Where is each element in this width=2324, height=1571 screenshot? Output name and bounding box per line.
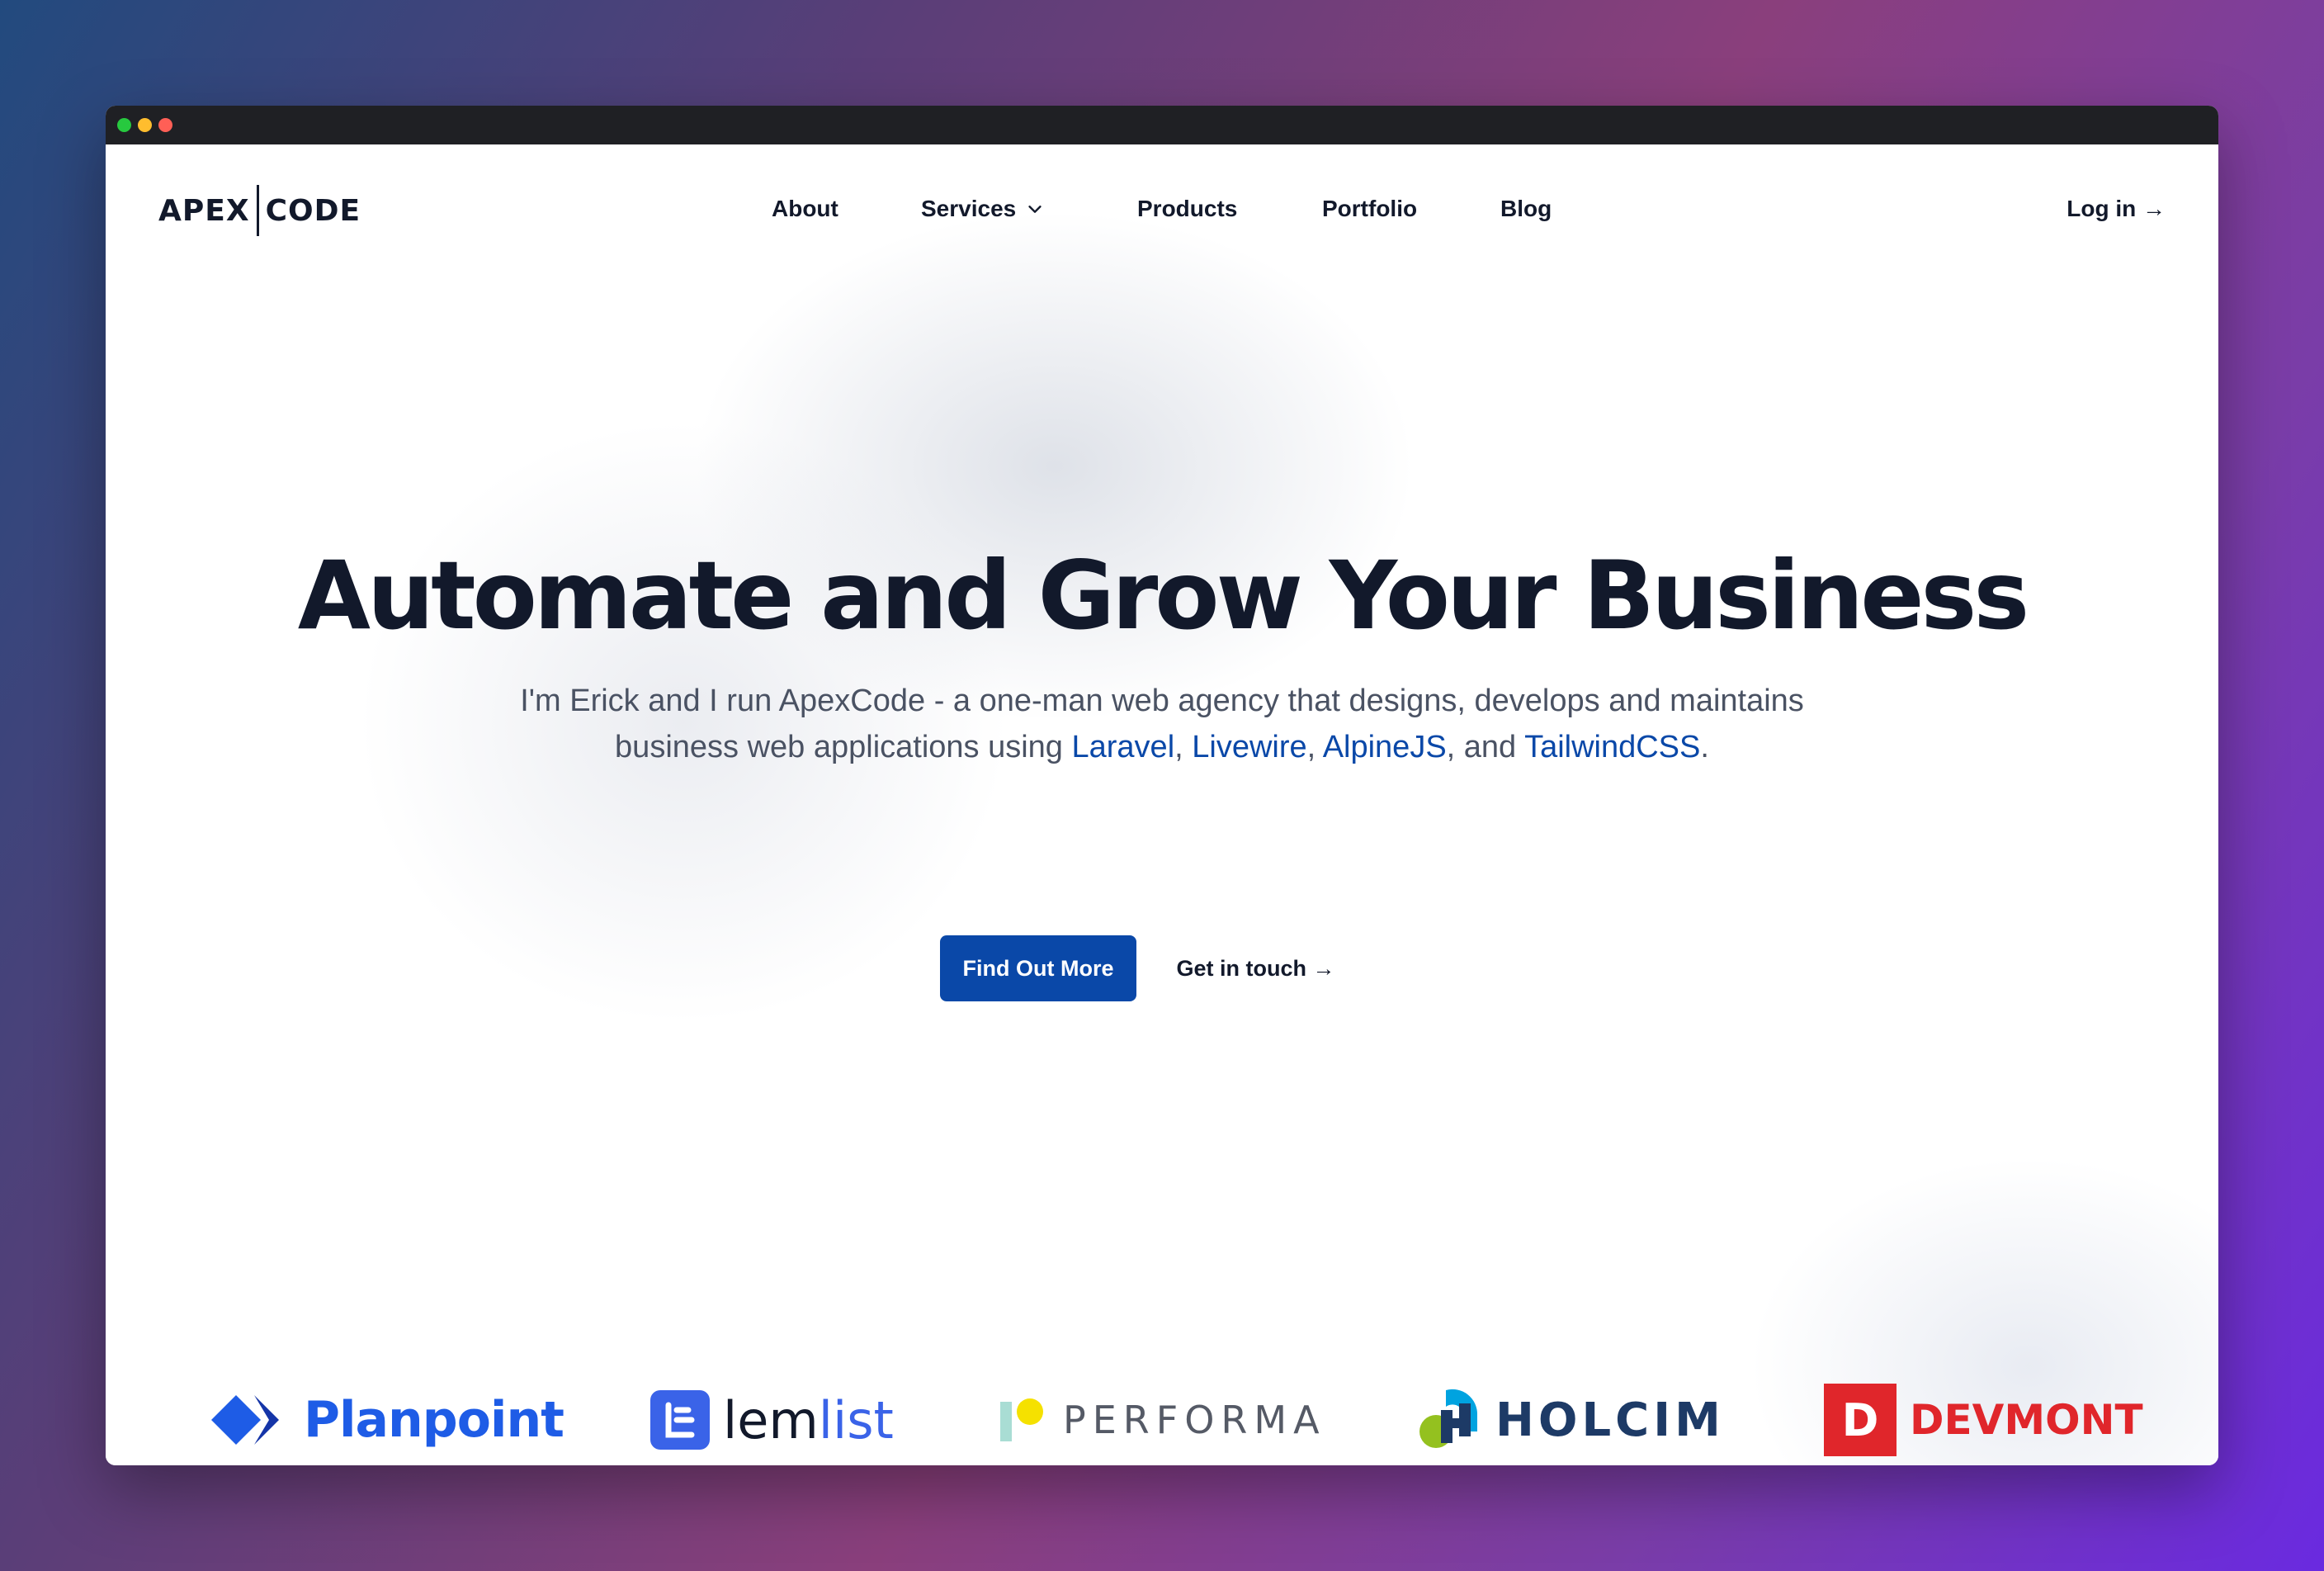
nav-about[interactable]: About xyxy=(772,196,838,222)
page: APEX CODE About Services Products Portfo… xyxy=(106,144,2218,1465)
lemlist-name-part2: list xyxy=(818,1389,894,1450)
hero-subtitle: I'm Erick and I run ApexCode - a one-man… xyxy=(502,678,1822,770)
hero-cta-row: Find Out More Get in touch → xyxy=(106,935,2218,1001)
traffic-light-green[interactable] xyxy=(117,118,131,132)
lemlist-logo-icon xyxy=(650,1390,710,1450)
apexcode-logo[interactable]: APEX CODE xyxy=(158,184,361,237)
client-planpoint-name: Planpoint xyxy=(304,1391,564,1449)
client-devmont-name: DEVMONT xyxy=(1910,1396,2143,1444)
find-out-more-button[interactable]: Find Out More xyxy=(939,935,1137,1001)
client-lemlist-name: lemlist xyxy=(723,1390,894,1450)
link-alpinejs[interactable]: AlpineJS xyxy=(1323,730,1447,764)
window-titlebar xyxy=(106,106,2218,144)
nav-portfolio[interactable]: Portfolio xyxy=(1322,196,1417,222)
client-logos: Planpoint lemlist PERFORMA HOLCIM D DEVM… xyxy=(106,1383,2218,1465)
logo-right-text: CODE xyxy=(265,193,361,228)
nav-products[interactable]: Products xyxy=(1137,196,1237,222)
client-performa-name: PERFORMA xyxy=(1063,1398,1326,1442)
hero-title: Automate and Grow Your Business xyxy=(297,541,2030,651)
client-holcim: HOLCIM xyxy=(1416,1383,1725,1457)
client-planpoint: Planpoint xyxy=(211,1383,564,1457)
logo-divider xyxy=(256,185,259,236)
nav-blog[interactable]: Blog xyxy=(1500,196,1552,222)
holcim-logo-icon xyxy=(1419,1389,1478,1448)
link-laravel[interactable]: Laravel xyxy=(1072,730,1175,764)
top-nav: APEX CODE About Services Products Portfo… xyxy=(106,144,2218,277)
client-holcim-name: HOLCIM xyxy=(1495,1393,1725,1447)
client-performa: PERFORMA xyxy=(997,1383,1326,1457)
login-link[interactable]: Log in → xyxy=(2067,196,2166,222)
subtitle-separator: , and xyxy=(1446,730,1525,764)
subtitle-separator: , xyxy=(1174,730,1193,764)
get-in-touch-link[interactable]: Get in touch → xyxy=(1176,956,1334,982)
traffic-light-red[interactable] xyxy=(158,118,172,132)
logo-left-text: APEX xyxy=(158,193,250,228)
devmont-logo-icon: D xyxy=(1824,1384,1897,1456)
performa-logo-icon xyxy=(1000,1398,1043,1441)
traffic-light-yellow[interactable] xyxy=(138,118,152,132)
subtitle-end: . xyxy=(1700,730,1709,764)
browser-window: APEX CODE About Services Products Portfo… xyxy=(106,106,2218,1465)
client-devmont: D DEVMONT xyxy=(1824,1383,2143,1457)
nav-services[interactable]: Services xyxy=(921,196,1044,222)
link-tailwindcss[interactable]: TailwindCSS xyxy=(1524,730,1700,764)
nav-services-label: Services xyxy=(921,196,1017,221)
subtitle-separator: , xyxy=(1306,730,1323,764)
lemlist-name-part1: lem xyxy=(723,1389,819,1450)
link-livewire[interactable]: Livewire xyxy=(1192,730,1306,764)
chevron-down-icon xyxy=(1028,206,1042,213)
devmont-logo-mark: D xyxy=(1841,1394,1879,1446)
client-lemlist: lemlist xyxy=(650,1383,894,1457)
planpoint-logo-icon xyxy=(211,1395,279,1445)
